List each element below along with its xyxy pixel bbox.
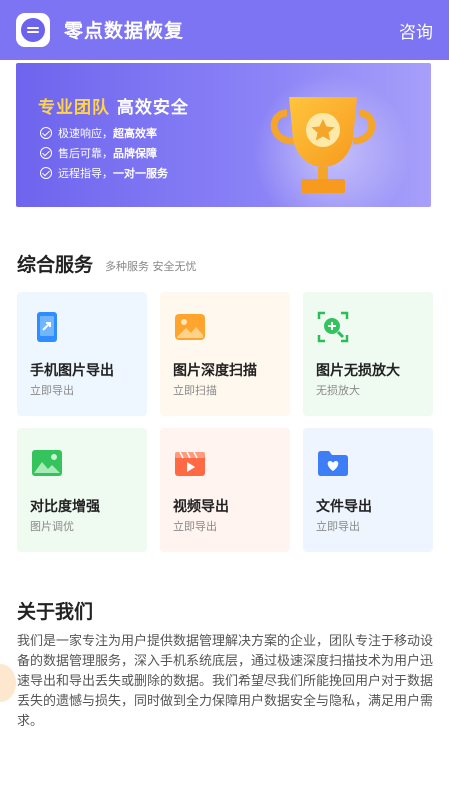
hero-banner[interactable]: 专业团队 高效安全 极速响应， 超高效率 售后可靠， 品牌保障 远程指导， 一对一服务 xyxy=(16,63,431,207)
check-circle-icon xyxy=(40,147,52,159)
phone-export-icon xyxy=(37,312,57,342)
floating-bubble-icon[interactable] xyxy=(0,664,16,702)
zoom-in-icon xyxy=(317,311,349,343)
app-header: 零点数据恢复 咨询 xyxy=(0,0,449,60)
card-video-export[interactable]: 视频导出 立即导出 xyxy=(160,428,290,552)
app-logo-icon xyxy=(16,13,50,47)
about-title: 关于我们 xyxy=(17,601,94,623)
services-title: 综合服务 xyxy=(17,254,94,276)
app-title: 零点数据恢复 xyxy=(64,20,185,42)
trophy-icon xyxy=(270,97,376,193)
about-description: 我们是一家专注为用户提供数据管理解决方案的企业，团队专注于移动设备的数据管理服务… xyxy=(17,634,434,729)
landscape-icon xyxy=(32,450,62,476)
hero-feature-list: 极速响应， 超高效率 售后可靠， 品牌保障 远程指导， 一对一服务 xyxy=(40,123,168,183)
hero-feature: 远程指导， 一对一服务 xyxy=(40,163,168,183)
image-scan-icon xyxy=(175,314,205,340)
check-circle-icon xyxy=(40,167,52,179)
folder-heart-icon xyxy=(318,451,348,476)
hero-headline: 专业团队 高效安全 xyxy=(38,98,189,118)
services-subtitle: 多种服务 安全无忧 xyxy=(105,260,197,273)
card-image-deep-scan[interactable]: 图片深度扫描 立即扫描 xyxy=(160,292,290,416)
consult-button[interactable]: 咨询 xyxy=(399,18,433,43)
hero-feature: 售后可靠， 品牌保障 xyxy=(40,143,168,163)
card-file-export[interactable]: 文件导出 立即导出 xyxy=(303,428,433,552)
card-lossless-upscale[interactable]: 图片无损放大 无损放大 xyxy=(303,292,433,416)
card-contrast-enhance[interactable]: 对比度增强 图片调优 xyxy=(17,428,147,552)
video-icon xyxy=(175,451,205,476)
card-phone-image-export[interactable]: 手机图片导出 立即导出 xyxy=(17,292,147,416)
hero-feature: 极速响应， 超高效率 xyxy=(40,123,168,143)
check-circle-icon xyxy=(40,127,52,139)
